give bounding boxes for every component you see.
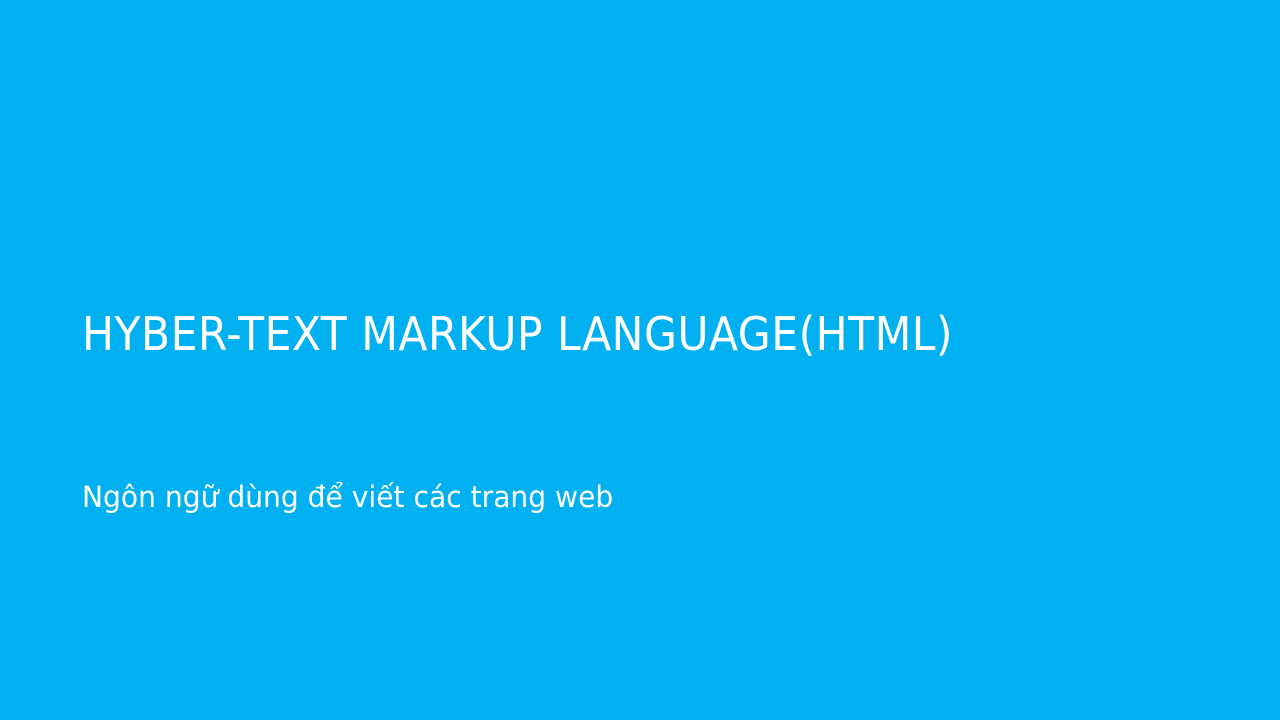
- slide-subtitle: Ngôn ngữ dùng để viết các trang web: [82, 480, 614, 514]
- slide: HYBER-TEXT MARKUP LANGUAGE(HTML) Ngôn ng…: [0, 0, 1280, 720]
- slide-title: HYBER-TEXT MARKUP LANGUAGE(HTML): [82, 307, 953, 361]
